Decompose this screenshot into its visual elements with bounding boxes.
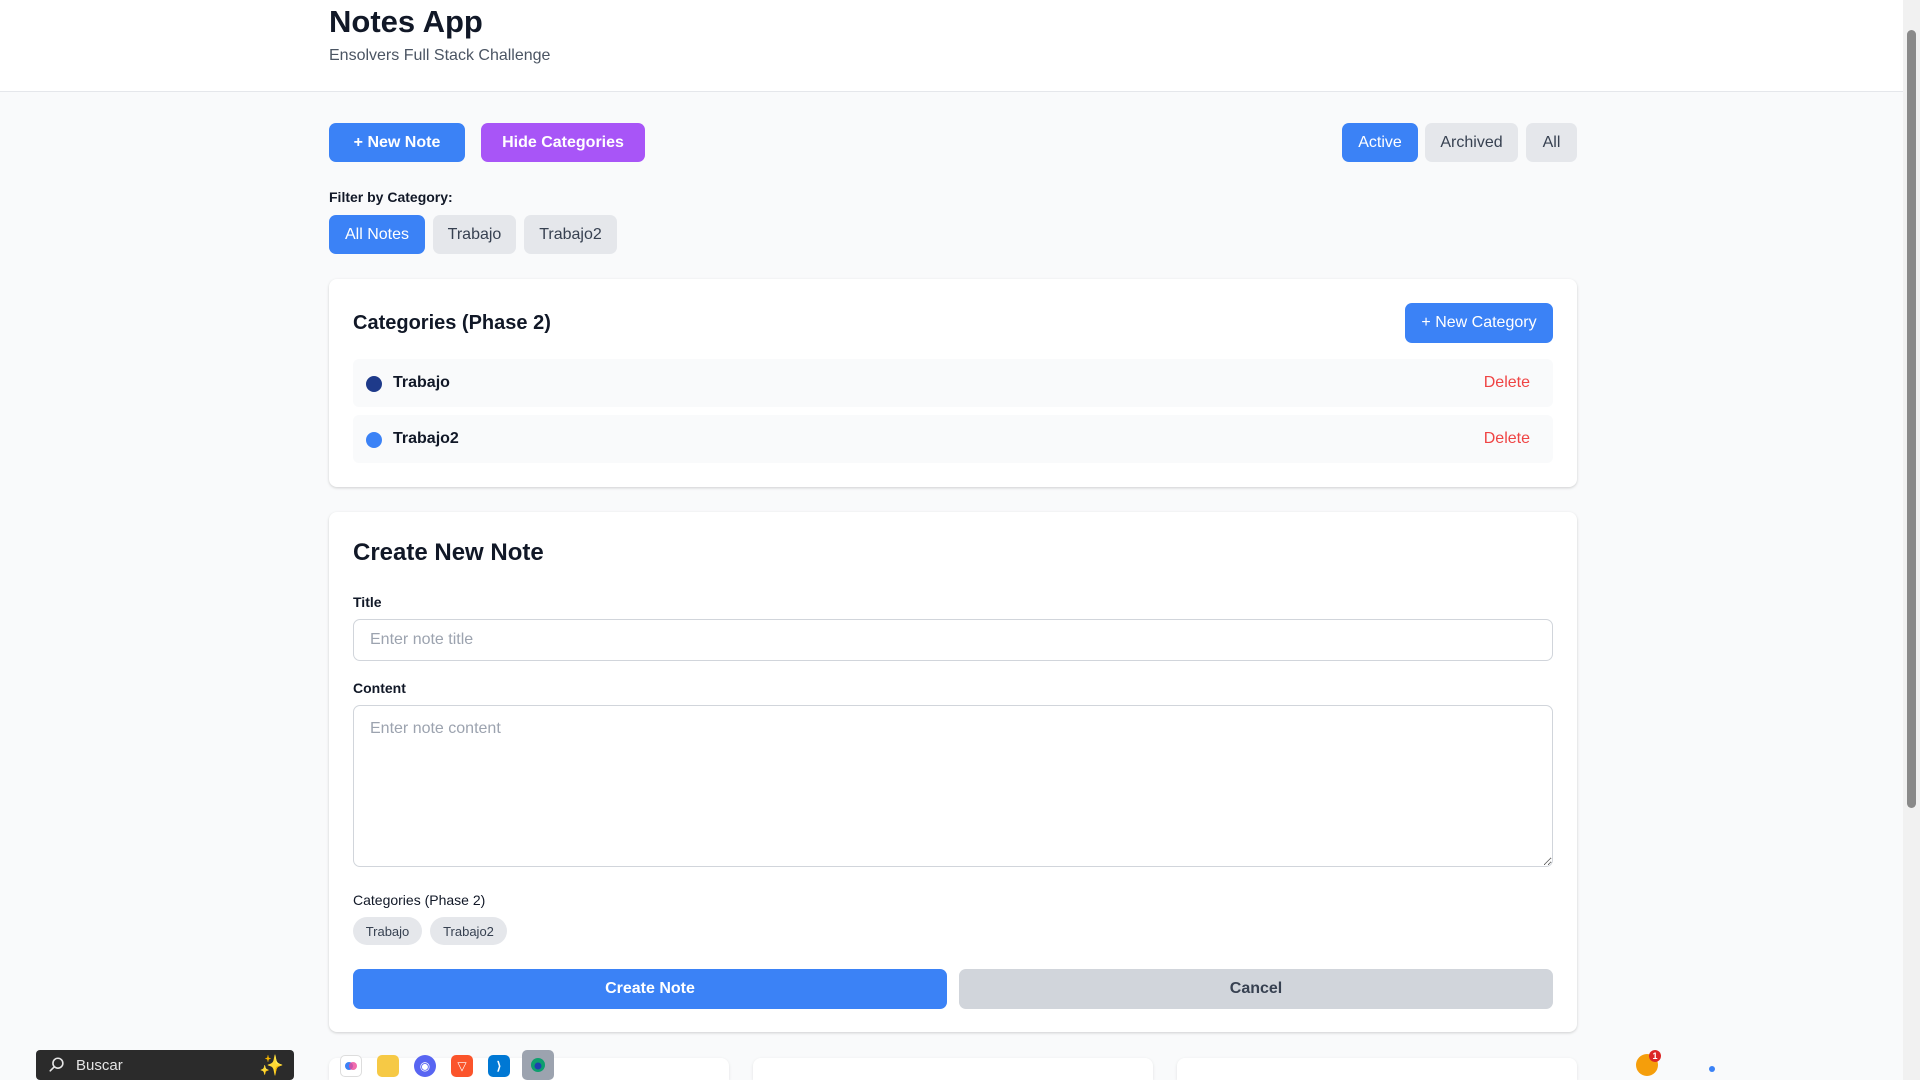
category-name: Trabajo — [393, 374, 450, 391]
vscode-icon[interactable]: ⟩ — [488, 1055, 510, 1077]
new-note-button[interactable]: + New Note — [329, 123, 465, 162]
file-explorer-icon[interactable] — [377, 1055, 399, 1077]
category-chip-trabajo2[interactable]: Trabajo2 — [430, 917, 507, 945]
categories-panel: Categories (Phase 2) + New Category Trab… — [329, 279, 1577, 487]
app-title: Notes App — [329, 4, 483, 39]
edge-icon[interactable] — [522, 1050, 554, 1080]
category-row: Trabajo2 Delete — [353, 415, 1553, 463]
note-categories-label: Categories (Phase 2) — [353, 892, 486, 908]
scrollbar-thumb[interactable] — [1907, 30, 1916, 808]
categories-panel-title: Categories (Phase 2) — [353, 312, 551, 334]
note-content-input[interactable] — [353, 705, 1553, 867]
discord-icon[interactable]: ◉ — [414, 1055, 436, 1077]
filter-label: Filter by Category: — [329, 189, 453, 205]
category-color-dot — [366, 432, 382, 448]
tray-indicator-dot — [1709, 1066, 1715, 1072]
create-note-title: Create New Note — [353, 539, 544, 566]
category-color-dot — [366, 376, 382, 392]
status-tab-all[interactable]: All — [1526, 123, 1577, 162]
cancel-button[interactable]: Cancel — [959, 969, 1553, 1009]
delete-category-button[interactable]: Delete — [1484, 430, 1530, 448]
category-name: Trabajo2 — [393, 430, 459, 447]
notification-badge: 1 — [1649, 1050, 1661, 1062]
taskbar-search-label: Buscar — [76, 1056, 123, 1074]
taskbar-search[interactable]: Buscar ✨ — [36, 1050, 294, 1080]
new-category-button[interactable]: + New Category — [1405, 303, 1553, 343]
copilot-icon[interactable] — [340, 1055, 362, 1077]
brave-icon[interactable]: ▽ — [451, 1055, 473, 1077]
search-icon — [49, 1057, 64, 1072]
filter-trabajo[interactable]: Trabajo — [433, 215, 516, 254]
app-header: Notes App Ensolvers Full Stack Challenge — [0, 0, 1903, 92]
status-tab-active[interactable]: Active — [1342, 123, 1418, 162]
title-field-label: Title — [353, 594, 382, 610]
note-title-input[interactable] — [353, 619, 1553, 661]
note-card — [753, 1058, 1153, 1080]
status-tab-archived[interactable]: Archived — [1425, 123, 1518, 162]
create-note-form: Create New Note Title Content Categories… — [329, 512, 1577, 1032]
filter-all-notes[interactable]: All Notes — [329, 215, 425, 254]
note-card — [1177, 1058, 1577, 1080]
page-scrollbar[interactable] — [1903, 0, 1920, 1080]
sparkle-icon: ✨ — [259, 1055, 284, 1077]
filter-trabajo2[interactable]: Trabajo2 — [524, 215, 617, 254]
app-tray-icon[interactable]: 1 — [1636, 1050, 1661, 1076]
delete-category-button[interactable]: Delete — [1484, 374, 1530, 392]
create-note-button[interactable]: Create Note — [353, 969, 947, 1009]
hide-categories-button[interactable]: Hide Categories — [481, 123, 645, 162]
content-field-label: Content — [353, 680, 406, 696]
category-row: Trabajo Delete — [353, 359, 1553, 407]
app-subtitle: Ensolvers Full Stack Challenge — [329, 47, 551, 64]
category-chip-trabajo[interactable]: Trabajo — [353, 917, 422, 945]
